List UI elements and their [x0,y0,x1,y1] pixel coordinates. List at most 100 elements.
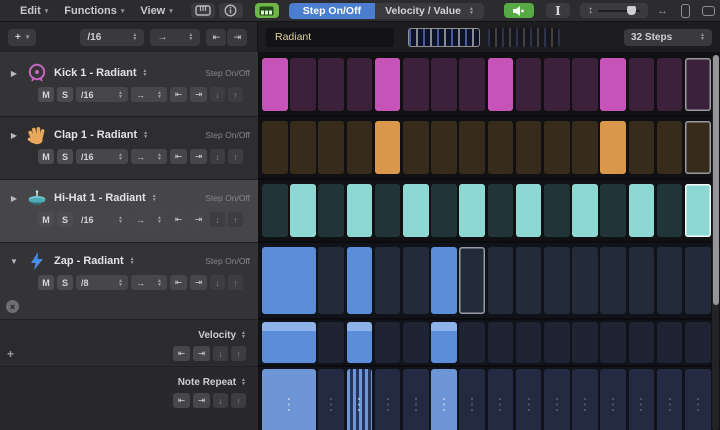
step-cell[interactable] [600,58,626,111]
row-rate-control[interactable]: /16▲▼ [76,149,128,164]
step-cell[interactable] [657,121,683,174]
step-cell[interactable] [375,58,401,111]
stepper-icon[interactable]: ▲▼ [241,331,246,339]
step-cell[interactable] [629,184,655,237]
track-name[interactable]: Hi-Hat 1 - Radiant [54,192,146,204]
decrement-button[interactable]: ↓ [210,275,225,290]
step-cell[interactable] [544,121,570,174]
stepper-icon[interactable]: ▲▼ [143,131,148,139]
scrollbar-thumb[interactable] [713,55,719,305]
step-cell[interactable] [290,184,316,237]
step-cell[interactable] [459,369,485,430]
step-cell[interactable] [685,184,711,237]
step-cell[interactable] [318,369,344,430]
menu-functions[interactable]: Functions▾ [58,5,130,17]
step-cell[interactable] [544,369,570,430]
display-window-button[interactable] [702,6,715,16]
velocity-bar[interactable] [347,322,373,363]
step-cell[interactable] [431,58,457,111]
tab-step-onoff[interactable]: Step On/Off [289,3,375,19]
step-cell[interactable] [375,184,401,237]
increment-button[interactable]: ↑ [228,212,243,227]
subrow-header-note-repeat[interactable]: Note Repeat ▲▼ ⇤ ⇥ ↓ ↑ [0,367,258,430]
step-cell[interactable] [262,184,288,237]
rotate-left-button[interactable]: ⇤ [173,346,190,361]
add-subrow-button[interactable]: + [7,347,14,361]
step-cell[interactable] [318,322,344,363]
step-cell[interactable] [657,247,683,314]
step-cell[interactable] [347,58,373,111]
increment-button[interactable]: ↑ [228,87,243,102]
rotate-right-button[interactable]: ⇥ [190,87,207,102]
mute-button[interactable]: M [38,87,54,102]
velocity-bar[interactable] [431,322,457,363]
step-cell[interactable] [375,121,401,174]
preview-button[interactable] [504,3,534,18]
row-header-hihat[interactable]: ▶ Hi-Hat 1 - Radiant ▲▼ Step On/Off M S [0,180,258,243]
step-cell[interactable] [516,121,542,174]
step-cell[interactable] [657,184,683,237]
step-cell[interactable] [318,58,344,111]
step-cell[interactable] [403,184,429,237]
rotate-left-button[interactable]: ⇤ [170,212,187,227]
mute-button[interactable]: M [38,212,54,227]
step-cell[interactable] [657,369,683,430]
step-cell[interactable] [600,369,626,430]
decrement-button[interactable]: ↓ [210,87,225,102]
decrement-button[interactable]: ↓ [213,393,228,408]
rotate-right-button[interactable]: ⇥ [190,275,207,290]
h-zoom-icon[interactable]: ↔ [652,5,673,17]
mute-button[interactable]: M [38,275,54,290]
step-cell[interactable] [572,121,598,174]
step-cell[interactable] [375,322,401,363]
subrow-header-velocity[interactable]: Velocity ▲▼ ⇤ ⇥ ↓ ↑ + [0,320,258,367]
step-cell[interactable] [403,247,429,314]
step-cell[interactable] [572,322,598,363]
step-cell[interactable] [488,121,514,174]
step-cell[interactable] [685,322,711,363]
step-cell[interactable] [685,247,711,314]
solo-button[interactable]: S [57,275,73,290]
step-cell[interactable] [600,184,626,237]
rotate-left-button[interactable]: ⇤ [170,87,187,102]
menu-view[interactable]: View▾ [134,5,178,17]
display-compact-button[interactable] [681,4,690,18]
increment-button[interactable]: ↑ [228,275,243,290]
solo-button[interactable]: S [57,149,73,164]
step-cell[interactable] [657,58,683,111]
step-cell[interactable] [459,322,485,363]
pattern-rate-control[interactable]: /16 ▲▼ [80,29,144,46]
step-cell[interactable] [629,322,655,363]
row-rate-control[interactable]: /16▲▼ [76,87,128,102]
decrement-button[interactable]: ↓ [210,212,225,227]
track-name[interactable]: Clap 1 - Radiant [54,129,137,141]
step-cell[interactable] [488,184,514,237]
rotate-right-button[interactable]: ⇥ [193,346,210,361]
step-cell[interactable] [347,121,373,174]
rotate-right-button[interactable]: ⇥ [190,212,207,227]
step-cell[interactable] [318,247,344,314]
increment-button[interactable]: ↑ [231,393,246,408]
track-name[interactable]: Zap - Radiant [54,255,124,267]
step-cell[interactable] [318,121,344,174]
step-cell[interactable] [431,121,457,174]
zoom-slider-thumb[interactable] [627,6,636,15]
decrement-button[interactable]: ↓ [210,149,225,164]
step-cell[interactable] [516,322,542,363]
row-rate-control[interactable]: /16▲▼ [76,212,128,227]
step-cell[interactable] [544,247,570,314]
rotate-right-button[interactable]: ⇥ [193,393,210,408]
note-repeat-cell-active[interactable] [262,369,316,430]
step-cell[interactable] [572,58,598,111]
pattern-name-field[interactable]: Radiant [266,28,394,47]
menu-edit[interactable]: Edit▾ [14,5,54,17]
step-cell[interactable] [572,369,598,430]
stepper-icon[interactable]: ▲▼ [143,69,148,77]
pattern-thumbnail-2[interactable] [488,28,560,47]
step-cell[interactable] [347,184,373,237]
step-cell[interactable] [403,322,429,363]
pattern-direction-control[interactable]: → ▲▼ [150,29,200,46]
step-cell[interactable] [403,121,429,174]
info-button[interactable] [219,3,243,18]
step-cell[interactable] [488,247,514,314]
